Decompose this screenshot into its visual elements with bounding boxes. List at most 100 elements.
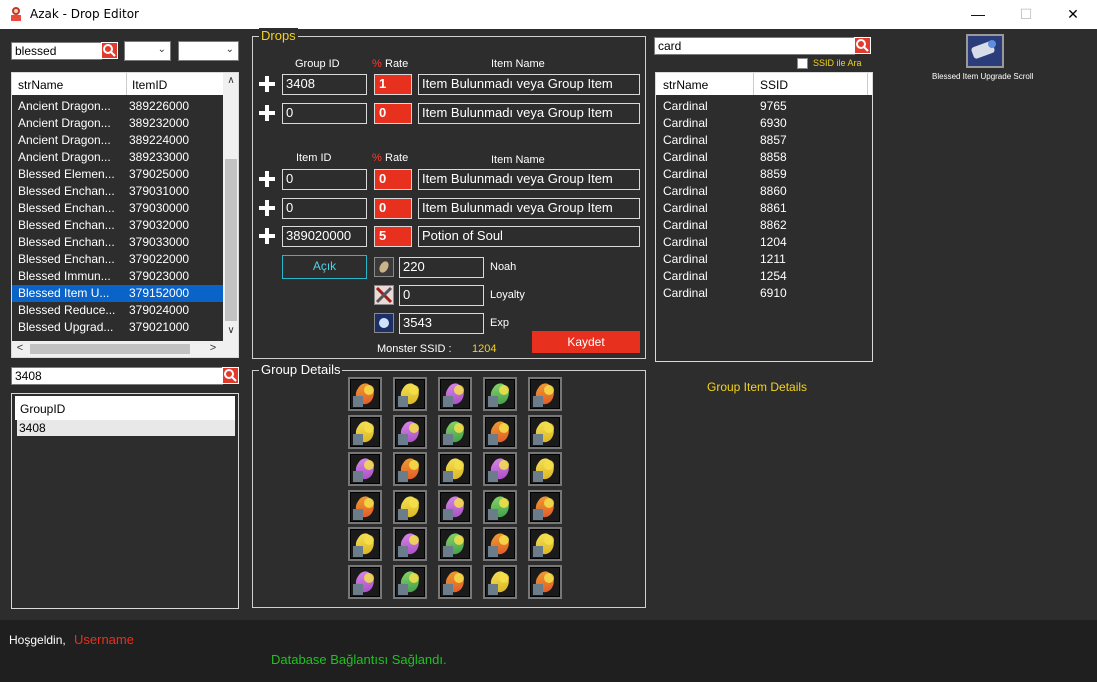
group-item-tile[interactable] bbox=[483, 564, 517, 599]
group-item-tile[interactable] bbox=[438, 377, 472, 411]
column-header-ssid[interactable]: SSID bbox=[760, 78, 788, 92]
item-rate-input-3[interactable]: 5 bbox=[374, 226, 412, 247]
monster-list-row[interactable]: Cardinal 1211 bbox=[656, 251, 872, 268]
item-list-row[interactable]: Blessed Reduce... 379024000 bbox=[12, 302, 223, 319]
item-list-row[interactable]: Blessed Enchan... 379033000 bbox=[12, 234, 223, 251]
item-list-row[interactable]: Blessed Enchan... 379032000 bbox=[12, 217, 223, 234]
group-id-input-1[interactable]: 3408 bbox=[282, 74, 367, 95]
monster-list-row[interactable]: Cardinal 8859 bbox=[656, 166, 872, 183]
monster-list-row[interactable]: Cardinal 9765 bbox=[656, 98, 872, 115]
scroll-thumb-h[interactable] bbox=[30, 344, 190, 354]
group-row[interactable]: 3408 bbox=[17, 420, 235, 436]
group-item-tile[interactable] bbox=[348, 414, 382, 449]
item-id-input-2[interactable]: 0 bbox=[282, 198, 367, 219]
group-item-tile[interactable] bbox=[528, 564, 562, 599]
group-item-tile[interactable] bbox=[348, 452, 382, 486]
item-list-row[interactable]: Blessed Elemen... 379025000 bbox=[12, 166, 223, 183]
group-item-tile[interactable] bbox=[483, 489, 517, 524]
monster-list-row[interactable]: Cardinal 8861 bbox=[656, 200, 872, 217]
group-item-tile[interactable] bbox=[438, 489, 472, 524]
monster-list-row[interactable]: Cardinal 6910 bbox=[656, 285, 872, 302]
item-list-row[interactable]: Blessed Enchan... 379022000 bbox=[12, 251, 223, 268]
group-item-tile[interactable] bbox=[528, 452, 562, 486]
maximize-button[interactable]: ☐ bbox=[1003, 0, 1049, 29]
acik-button[interactable]: Açık bbox=[282, 255, 367, 279]
monster-list-row[interactable]: Cardinal 8862 bbox=[656, 217, 872, 234]
filter-select-2[interactable]: ⌄ bbox=[178, 41, 239, 61]
group-item-tile[interactable] bbox=[528, 527, 562, 561]
item-list-row[interactable]: Blessed Upgrad... 379021000 bbox=[12, 319, 223, 336]
item-list-row[interactable]: Blessed Item U... 379152000 bbox=[12, 285, 223, 302]
add-item-1-button[interactable] bbox=[259, 171, 275, 187]
item-id-input-3[interactable]: 389020000 bbox=[282, 226, 367, 247]
group-id-input-2[interactable]: 0 bbox=[282, 103, 367, 124]
group-item-tile[interactable] bbox=[438, 414, 472, 449]
group-item-tile[interactable] bbox=[348, 377, 382, 411]
column-header-groupid[interactable]: GroupID bbox=[20, 402, 65, 416]
group-item-tile[interactable] bbox=[393, 564, 427, 599]
group-item-tile[interactable] bbox=[348, 564, 382, 599]
add-item-3-button[interactable] bbox=[259, 228, 275, 244]
group-item-tile[interactable] bbox=[483, 527, 517, 561]
minimize-button[interactable]: — bbox=[955, 0, 1001, 29]
group-item-tile[interactable] bbox=[483, 377, 517, 411]
monster-list-row[interactable]: Cardinal 1254 bbox=[656, 268, 872, 285]
group-rate-input-2[interactable]: 0 bbox=[374, 103, 412, 124]
loyalty-input[interactable]: 0 bbox=[399, 285, 484, 306]
column-header-itemid[interactable]: ItemID bbox=[132, 78, 167, 92]
item-list-row[interactable]: Ancient Dragon... 389232000 bbox=[12, 115, 223, 132]
item-search-input[interactable]: blessed bbox=[11, 42, 102, 60]
group-item-tile[interactable] bbox=[393, 414, 427, 449]
monster-list-row[interactable]: Cardinal 8860 bbox=[656, 183, 872, 200]
scroll-thumb[interactable] bbox=[225, 159, 237, 321]
group-item-tile[interactable] bbox=[348, 527, 382, 561]
group-item-tile[interactable] bbox=[528, 489, 562, 524]
scroll-left-icon[interactable]: < bbox=[14, 342, 26, 354]
group-item-tile[interactable] bbox=[348, 489, 382, 524]
group-item-tile[interactable] bbox=[483, 414, 517, 449]
filter-select-1[interactable]: ⌄ bbox=[124, 41, 171, 61]
column-header-strname[interactable]: strName bbox=[18, 78, 63, 92]
group-item-tile[interactable] bbox=[438, 564, 472, 599]
group-item-tile[interactable] bbox=[393, 452, 427, 486]
group-item-tile[interactable] bbox=[528, 377, 562, 411]
item-list-row[interactable]: Blessed Enchan... 379030000 bbox=[12, 200, 223, 217]
monster-search-input[interactable]: card bbox=[654, 37, 855, 55]
item-search-button[interactable] bbox=[101, 42, 118, 59]
item-rate-input-2[interactable]: 0 bbox=[374, 198, 412, 219]
close-button[interactable]: ✕ bbox=[1050, 0, 1096, 29]
item-list-hscroll[interactable]: < > bbox=[12, 341, 223, 357]
item-list-row[interactable]: Blessed Immun... 379023000 bbox=[12, 268, 223, 285]
group-search-button[interactable] bbox=[222, 367, 239, 384]
group-item-tile[interactable] bbox=[393, 489, 427, 524]
group-item-tile[interactable] bbox=[438, 527, 472, 561]
monster-list-row[interactable]: Cardinal 1204 bbox=[656, 234, 872, 251]
group-item-tile[interactable] bbox=[438, 452, 472, 486]
item-list-row[interactable]: Ancient Dragon... 389233000 bbox=[12, 149, 223, 166]
monster-list-row[interactable]: Cardinal 6930 bbox=[656, 115, 872, 132]
noah-input[interactable]: 220 bbox=[399, 257, 484, 278]
item-list-row[interactable]: Blessed Enchan... 379031000 bbox=[12, 183, 223, 200]
group-item-tile[interactable] bbox=[528, 414, 562, 449]
group-search-input[interactable]: 3408 bbox=[11, 367, 223, 385]
monster-list-row[interactable]: Cardinal 8858 bbox=[656, 149, 872, 166]
group-item-tile[interactable] bbox=[393, 377, 427, 411]
exp-input[interactable]: 3543 bbox=[399, 313, 484, 334]
item-list-row[interactable]: Ancient Dragon... 389226000 bbox=[12, 98, 223, 115]
add-group-1-button[interactable] bbox=[259, 76, 275, 92]
group-item-tile[interactable] bbox=[393, 527, 427, 561]
add-item-2-button[interactable] bbox=[259, 200, 275, 216]
monster-search-button[interactable] bbox=[854, 37, 871, 54]
monster-list-row[interactable]: Cardinal 8857 bbox=[656, 132, 872, 149]
column-header-strname[interactable]: strName bbox=[663, 78, 708, 92]
add-group-2-button[interactable] bbox=[259, 105, 275, 121]
scroll-right-icon[interactable]: > bbox=[207, 342, 219, 354]
group-rate-input-1[interactable]: 1 bbox=[374, 74, 412, 95]
item-list-row[interactable]: Ancient Dragon... 389224000 bbox=[12, 132, 223, 149]
group-item-tile[interactable] bbox=[483, 452, 517, 486]
scroll-up-icon[interactable]: ∧ bbox=[223, 75, 238, 89]
scroll-down-icon[interactable]: ∨ bbox=[223, 325, 238, 339]
item-id-input-1[interactable]: 0 bbox=[282, 169, 367, 190]
ssid-search-checkbox[interactable] bbox=[797, 58, 808, 69]
item-rate-input-1[interactable]: 0 bbox=[374, 169, 412, 190]
